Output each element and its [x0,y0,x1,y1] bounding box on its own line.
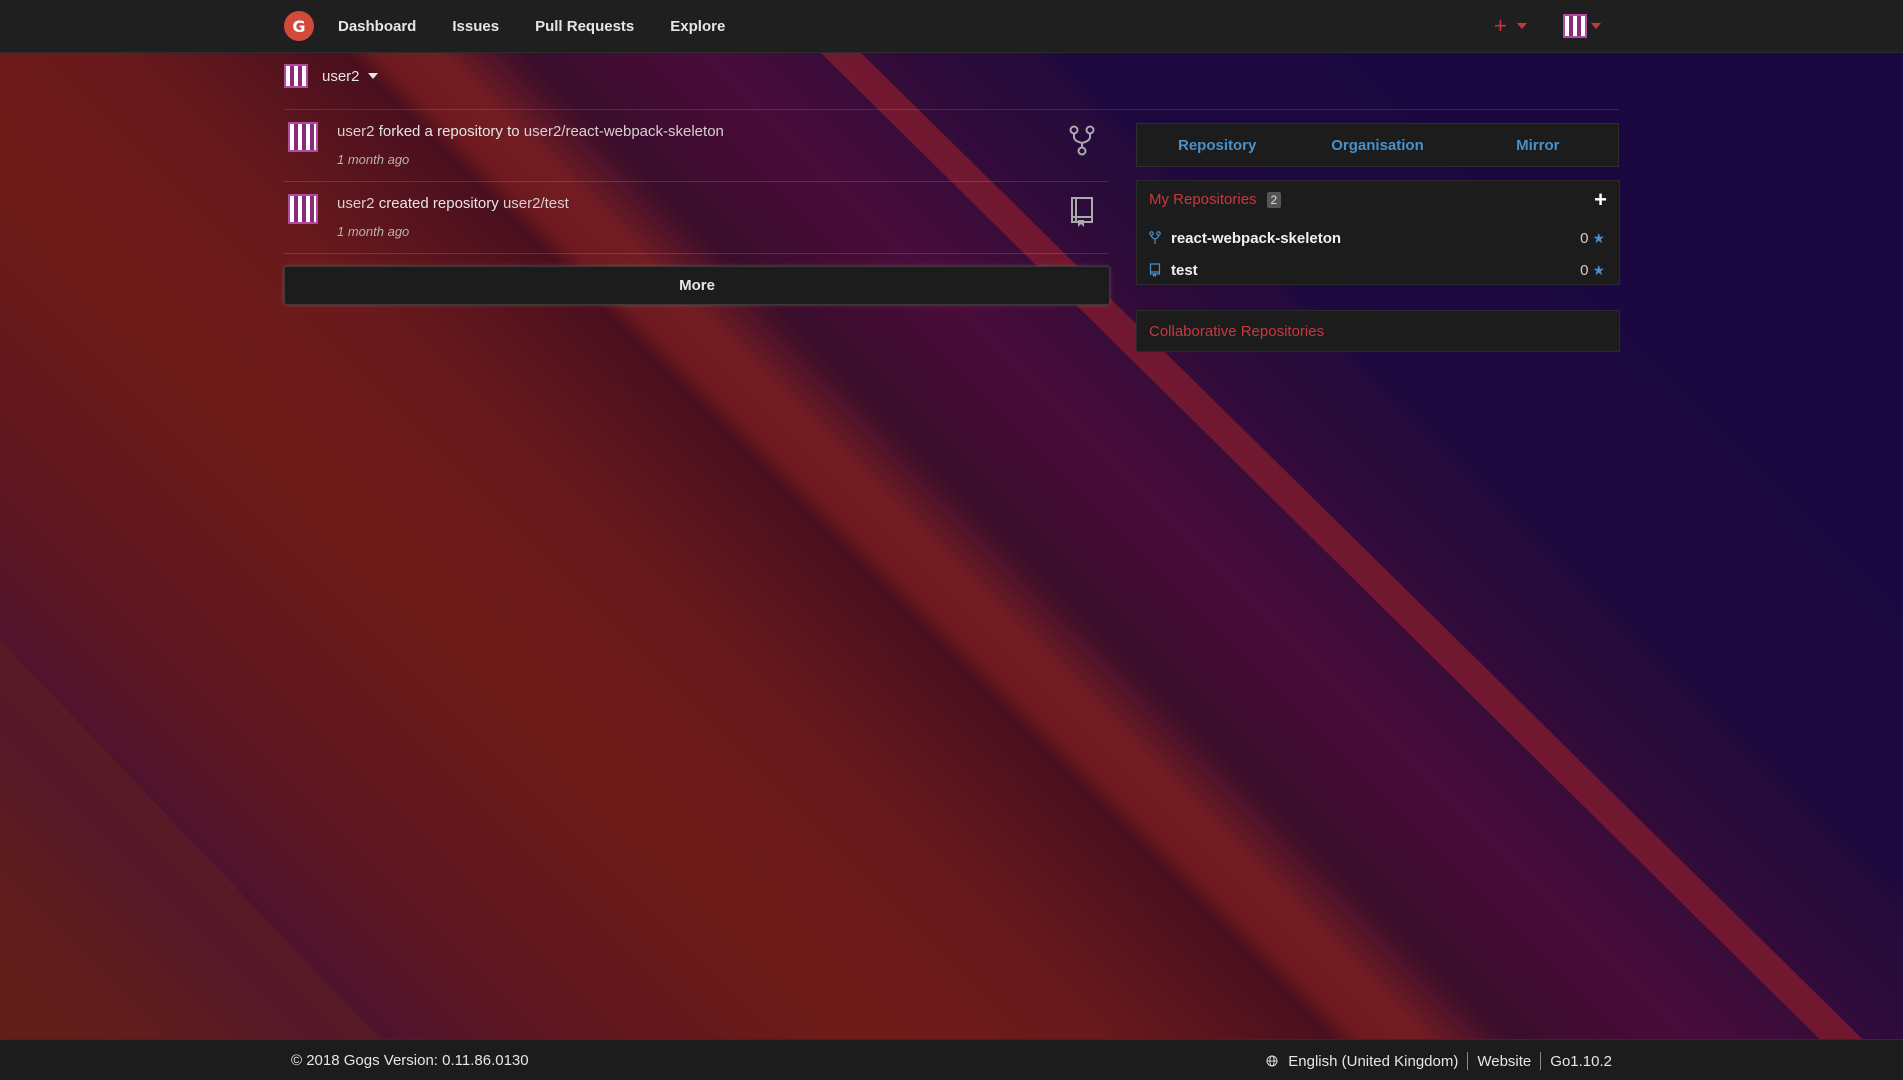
context-switcher[interactable]: user2 [284,64,378,88]
repo-star-count: 0 [1580,229,1589,247]
main-nav: Dashboard Issues Pull Requests Explore [338,0,761,52]
activity-feed: user2 forked a repository to user2/react… [284,110,1108,254]
repo-forked-icon [1069,125,1095,156]
repo-list-item[interactable]: react-webpack-skeleton 0 ★ [1149,225,1605,251]
feed-user-avatar[interactable] [288,194,318,224]
nav-explore[interactable]: Explore [670,18,725,35]
feed-action-text: forked a repository to [378,123,520,140]
add-repository-button[interactable]: + [1594,187,1607,213]
globe-icon [1266,1055,1278,1067]
repo-name[interactable]: react-webpack-skeleton [1171,230,1580,247]
feed-target-link[interactable]: user2/react-webpack-skeleton [524,123,724,140]
footer-separator [1540,1052,1542,1070]
language-selector[interactable]: English (United Kingdom) [1288,1053,1458,1070]
repo-icon [1149,263,1161,277]
feed-item: user2 created repository user2/test 1 mo… [284,182,1108,254]
feed-user-avatar[interactable] [288,122,318,152]
context-avatar [284,64,308,88]
feed-line: user2 forked a repository to user2/react… [337,123,724,140]
top-navbar: G Dashboard Issues Pull Requests Explore… [0,0,1903,53]
star-icon: ★ [1592,261,1605,278]
footer-links: English (United Kingdom) Website Go1.10.… [1266,1052,1612,1070]
repo-list-item[interactable]: test 0 ★ [1149,257,1605,283]
more-button[interactable]: More [284,266,1110,305]
collaborative-repositories-title: Collaborative Repositories [1149,322,1325,340]
footer-version: © 2018 Gogs Version: 0.11.86.0130 [291,1052,529,1069]
context-user-name: user2 [322,67,360,85]
nav-right: + [1494,0,1601,52]
nav-dashboard[interactable]: Dashboard [338,18,416,35]
repo-star-count: 0 [1580,261,1589,279]
feed-user-link[interactable]: user2 [337,123,375,140]
my-repositories-header: My Repositories 2 [1149,191,1282,208]
feed-action-text: created repository [378,195,499,212]
footer-separator [1467,1052,1469,1070]
website-link[interactable]: Website [1477,1053,1531,1070]
tab-organisation[interactable]: Organisation [1297,137,1457,154]
feed-item: user2 forked a repository to user2/react… [284,110,1108,182]
gogs-logo[interactable]: G [284,11,314,41]
user-avatar-menu[interactable] [1562,14,1587,38]
user-menu-caret[interactable] [1590,23,1601,29]
tab-mirror[interactable]: Mirror [1458,137,1618,154]
my-repositories-title: My Repositories [1149,191,1257,208]
feed-time: 1 month ago [337,152,410,167]
feed-line: user2 created repository user2/test [337,195,569,212]
feed-time: 1 month ago [337,224,410,239]
create-new-icon[interactable]: + [1494,13,1507,39]
repo-count-badge: 2 [1266,191,1282,208]
chevron-down-icon [367,73,378,79]
repo-icon [1071,197,1093,227]
dashboard-content: user2 user2 forked a repository to user2… [0,0,1903,1079]
feed-user-link[interactable]: user2 [337,195,375,212]
nav-pull-requests[interactable]: Pull Requests [535,18,634,35]
feed-target-link[interactable]: user2/test [503,195,569,212]
repo-tabs: Repository Organisation Mirror [1136,123,1619,167]
footer: © 2018 Gogs Version: 0.11.86.0130 Englis… [0,1039,1903,1080]
create-dropdown-caret[interactable] [1516,23,1527,29]
tab-repository[interactable]: Repository [1137,137,1297,154]
nav-issues[interactable]: Issues [452,18,499,35]
collaborative-repositories-panel[interactable]: Collaborative Repositories [1136,310,1620,352]
star-icon: ★ [1592,229,1605,246]
repo-name[interactable]: test [1171,262,1580,279]
my-repositories-panel: My Repositories 2 + react-webpack-skelet… [1136,180,1620,285]
go-version: Go1.10.2 [1550,1052,1612,1070]
repo-forked-icon [1149,231,1161,244]
